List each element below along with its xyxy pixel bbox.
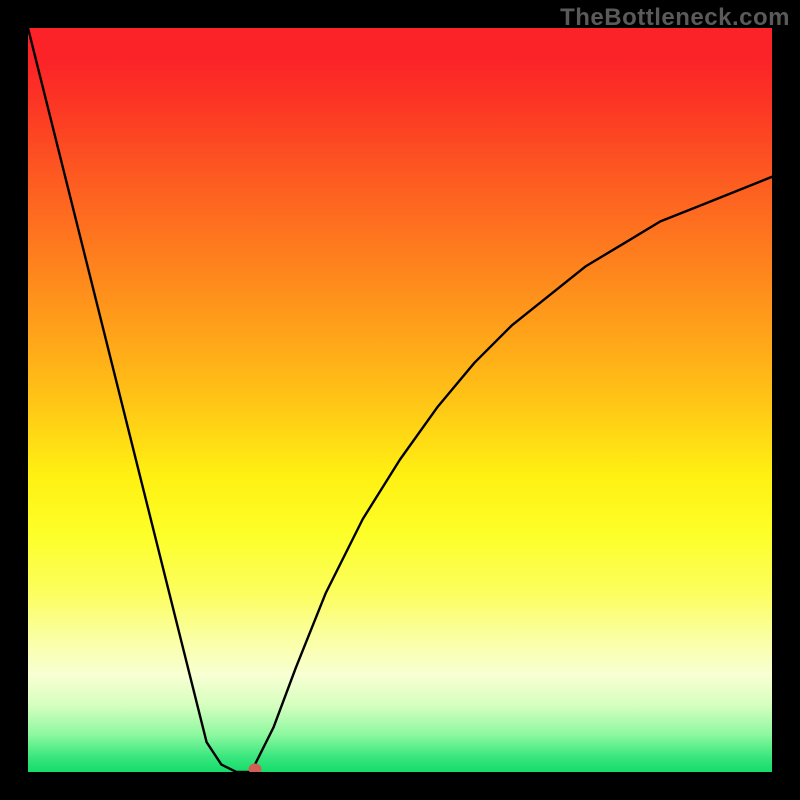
frame-border-bottom — [0, 772, 800, 800]
plot-area — [28, 28, 772, 772]
bottleneck-curve — [28, 28, 772, 772]
watermark-text: TheBottleneck.com — [560, 4, 790, 32]
frame-border-right — [772, 0, 800, 800]
chart-frame: TheBottleneck.com — [0, 0, 800, 800]
frame-border-left — [0, 0, 28, 800]
optimum-marker — [248, 764, 261, 773]
bottleneck-curve-path — [28, 28, 772, 772]
